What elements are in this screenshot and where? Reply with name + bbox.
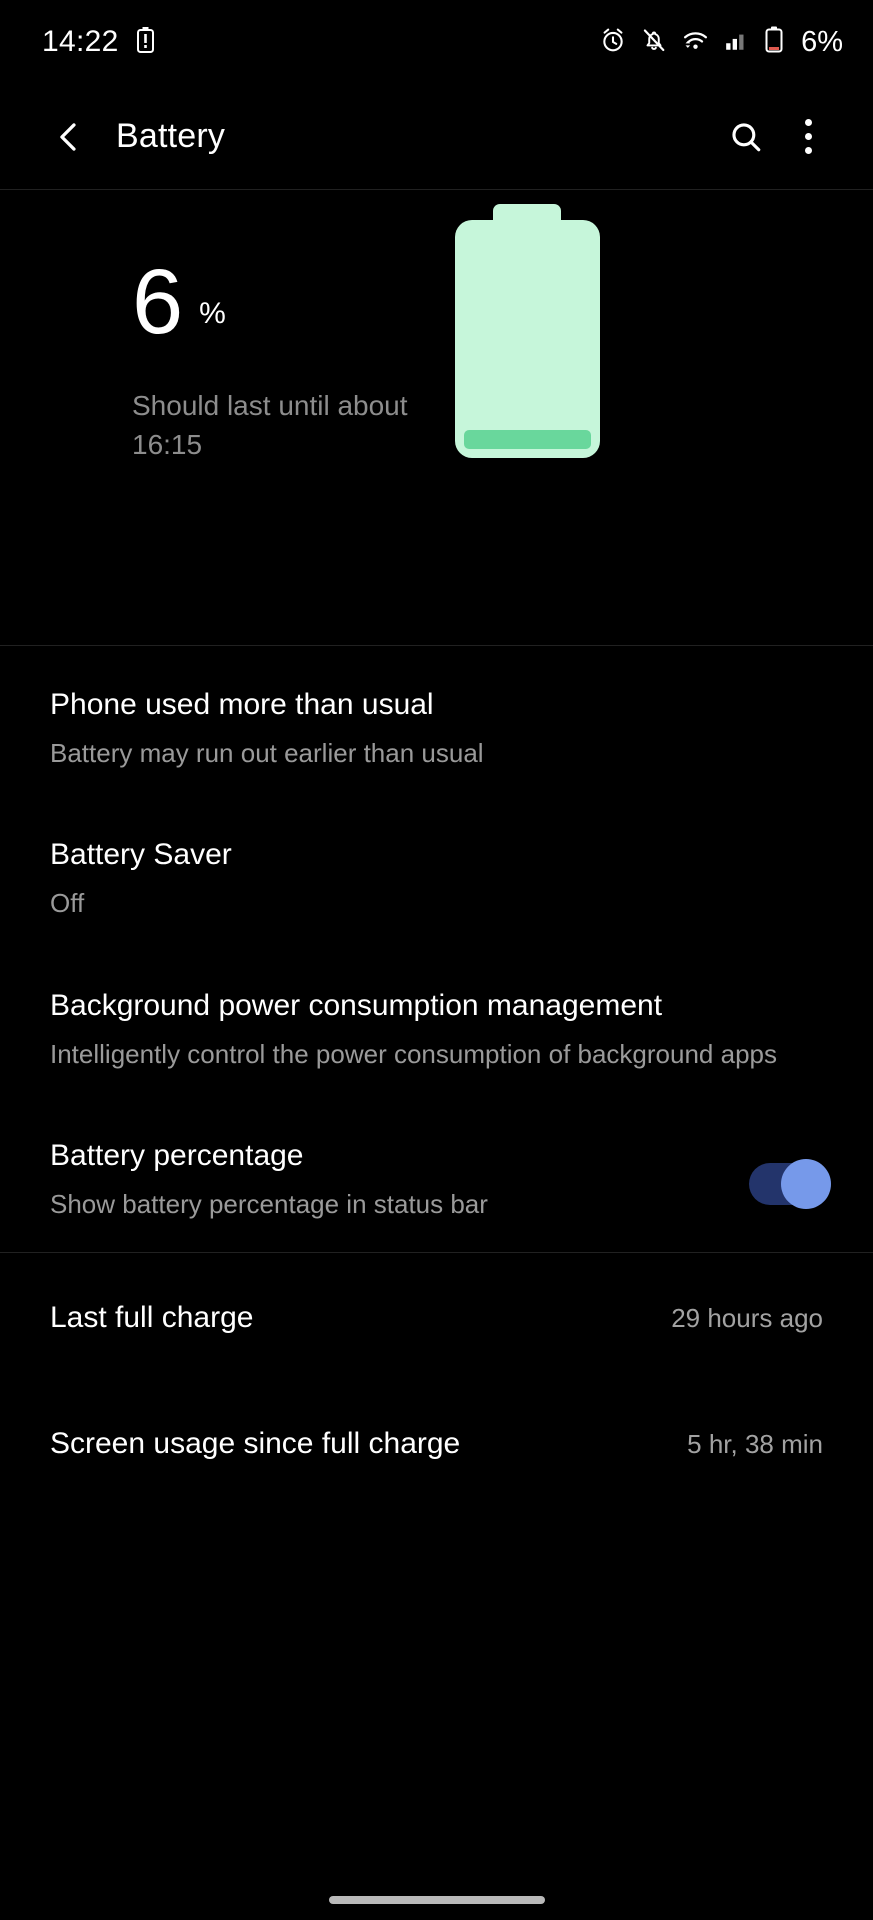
list-item-title: Phone used more than usual [50, 688, 434, 721]
back-arrow-icon[interactable] [40, 108, 98, 166]
toggle-thumb [781, 1159, 831, 1210]
battery-alert-icon [136, 26, 154, 58]
wifi-icon [682, 27, 709, 58]
notifications-off-icon [641, 27, 667, 58]
alarm-icon [600, 27, 626, 58]
list-item-subtitle: Intelligently control the power consumpt… [50, 1038, 777, 1069]
battery-percent-symbol: % [199, 296, 226, 330]
stat-row-last-full-charge[interactable]: Last full charge 29 hours ago [0, 1253, 873, 1379]
settings-list: Phone used more than usual Battery may r… [0, 646, 873, 1252]
list-item-subtitle: Show battery percentage in status bar [50, 1188, 488, 1219]
status-bar-left: 14:22 [42, 25, 154, 59]
list-item-subtitle: Battery may run out earlier than usual [50, 737, 484, 768]
battery-level-bar [464, 430, 591, 449]
app-bar: Battery [0, 84, 873, 189]
battery-summary: 6 % Should last until about 16:15 [0, 190, 873, 645]
battery-percent-row: 6 % [132, 251, 462, 353]
list-item-battery-saver[interactable]: Battery Saver Off [0, 800, 873, 950]
list-item-title: Background power consumption management [50, 988, 663, 1022]
status-bar-right: 6% [600, 26, 843, 59]
battery-body [455, 220, 600, 458]
battery-percent-value: 6 [132, 251, 184, 353]
battery-estimate-text: Should last until about 16:15 [132, 389, 408, 460]
list-item-title: Battery percentage [50, 1139, 304, 1173]
cellular-signal-icon [724, 27, 750, 58]
battery-settings-screen: 14:22 6% Battery 6 % Should last until a… [0, 0, 873, 1920]
list-item-textcol: Battery percentage Show battery percenta… [50, 1137, 488, 1221]
list-item-background-power-management[interactable]: Background power consumption management … [0, 951, 873, 1101]
page-title: Battery [116, 117, 226, 155]
list-item-battery-percentage[interactable]: Battery percentage Show battery percenta… [0, 1101, 873, 1251]
list-item-phone-usage[interactable]: Phone used more than usual Battery may r… [0, 650, 873, 800]
battery-illustration [455, 204, 600, 458]
stat-value: 29 hours ago [671, 1302, 823, 1333]
more-options-icon[interactable] [777, 106, 839, 168]
stat-row-screen-usage[interactable]: Screen usage since full charge 5 hr, 38 … [0, 1379, 873, 1505]
battery-stats-list: Last full charge 29 hours ago Screen usa… [0, 1253, 873, 1505]
status-bar-battery-percent: 6% [801, 25, 843, 58]
stat-value: 5 hr, 38 min [687, 1428, 823, 1459]
status-bar: 14:22 6% [0, 0, 873, 84]
list-item-row: Battery percentage Show battery percenta… [50, 1137, 831, 1221]
stat-label: Screen usage since full charge [50, 1426, 461, 1460]
overflow-dots [804, 119, 812, 154]
battery-low-icon [765, 26, 783, 58]
list-item-title: Battery Saver [50, 838, 232, 872]
search-icon[interactable] [715, 106, 777, 168]
status-bar-clock: 14:22 [42, 25, 119, 58]
battery-summary-text: 6 % Should last until about 16:15 [132, 251, 462, 464]
list-item-subtitle: Off [50, 888, 85, 919]
stat-label: Last full charge [50, 1300, 254, 1334]
gesture-navigation-bar[interactable] [328, 1896, 545, 1904]
battery-percentage-toggle[interactable] [749, 1159, 831, 1210]
